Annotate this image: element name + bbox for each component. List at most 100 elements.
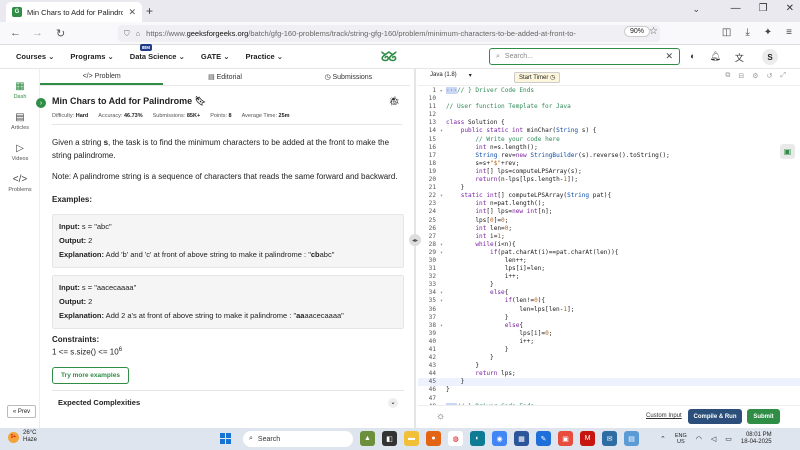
notifications-icon[interactable]: 🔔︎ (709, 51, 720, 64)
code-line[interactable]: 35 ▾ if(len!=0){ (418, 297, 800, 305)
edge-icon[interactable]: ◐ (470, 431, 485, 446)
pocket-icon[interactable]: ◫ (722, 27, 731, 38)
rail-item-videos[interactable]: ▷ Videos (0, 143, 40, 162)
code-line[interactable]: 19 int[] lps=computeLPSArray(s); (418, 168, 800, 176)
copy-icon[interactable]: ⧉ (725, 72, 730, 80)
downloads-icon[interactable]: ⤓ (745, 27, 749, 38)
reset-icon[interactable]: ↺ (767, 72, 773, 80)
fold-toggle-icon[interactable] (440, 111, 446, 119)
code-line[interactable]: 45 } (418, 378, 800, 387)
code-line[interactable]: 18 s=s+"$"+rev; (418, 160, 800, 168)
app-icon[interactable]: ✉ (602, 431, 617, 446)
code-line[interactable]: 33 } (418, 281, 800, 289)
code-line[interactable]: 29 ▾ if(pat.charAt(i)==pat.charAt(len)){ (418, 249, 800, 257)
weather-widget[interactable]: 9+ 26°C Haze (8, 430, 37, 444)
browser-tab[interactable]: G Min Chars to Add for Palindron ✕ (6, 2, 142, 22)
file-explorer-icon[interactable]: ▬ (404, 431, 419, 446)
rail-item-problems[interactable]: </> Problems (0, 174, 40, 193)
chrome-icon[interactable]: ◉ (492, 431, 507, 446)
code-line[interactable]: 17 String rev=new StringBuilder(s).rever… (418, 152, 800, 160)
menu-practice[interactable]: Practice ⌄ (246, 52, 284, 61)
site-search[interactable]: ⌕ Search... ✕ (489, 48, 680, 65)
prev-button[interactable]: « Prev (7, 405, 36, 418)
submit-button[interactable]: Submit (747, 409, 780, 424)
custom-input-link[interactable]: Custom Input (646, 413, 682, 419)
format-icon[interactable]: ⊟ (738, 72, 744, 80)
tab-problem[interactable]: </> Problem (40, 69, 164, 85)
widget-landscape-icon[interactable]: ▲ (360, 431, 375, 446)
code-editor[interactable]: 1 ▸ ···// } Driver Code Ends 10 11 // User fu… (418, 87, 800, 405)
code-line[interactable]: 43 } (418, 362, 800, 370)
theme-toggle-icon[interactable]: ☼ (436, 411, 445, 422)
expected-complexities-accordion[interactable]: Expected Complexities ⌄ (52, 390, 404, 414)
close-tab-icon[interactable]: ✕ (128, 7, 136, 18)
code-line[interactable]: 11 // User function Template for Java (418, 103, 800, 111)
bookmark-star-icon[interactable]: ☆ (649, 26, 658, 37)
task-view-icon[interactable]: ◧ (382, 431, 397, 446)
code-line[interactable]: 40 i++; (418, 338, 800, 346)
tab-editorial[interactable]: ▤ Editorial (163, 69, 286, 85)
language-indicator[interactable]: ENG US (675, 433, 687, 445)
code-line[interactable]: 23 int n=pat.length(); (418, 200, 800, 208)
code-line[interactable]: 46} (418, 386, 800, 394)
chevron-up-icon[interactable]: ⌃ (660, 435, 666, 443)
fold-toggle-icon[interactable] (440, 395, 446, 403)
clock[interactable]: 08:01 PM 18-04-2025 (741, 432, 772, 446)
battery-icon[interactable]: ▭ (725, 435, 732, 443)
fold-toggle-icon[interactable] (440, 95, 446, 103)
code-line[interactable]: 47 (418, 395, 800, 403)
code-line[interactable]: 16 int n=s.length(); (418, 144, 800, 152)
clear-search-icon[interactable]: ✕ (665, 51, 673, 62)
code-line[interactable]: 27 int i=1; (418, 233, 800, 241)
dark-mode-icon[interactable]: ◐ (690, 51, 695, 64)
language-select[interactable]: Java (1.8) ▾ (430, 72, 472, 79)
code-line[interactable]: 28 ▾ while(i<n){ (418, 241, 800, 249)
code-line[interactable]: 34 ▾ else{ (418, 289, 800, 297)
app-icon[interactable]: ▣ (558, 431, 573, 446)
code-line[interactable]: 15 // Write your code here (418, 136, 800, 144)
rail-item-articles[interactable]: ▤ Articles (0, 112, 40, 131)
code-line[interactable]: 42 } (418, 354, 800, 362)
bookmark-icon[interactable]: 🔖︎ (195, 96, 206, 106)
translate-icon[interactable]: 文 (735, 51, 744, 64)
settings-icon[interactable]: ⚙ (752, 72, 758, 80)
code-line[interactable]: 22 ▾ static int[] computeLPSArray(String … (418, 192, 800, 200)
close-window-icon[interactable]: ✕ (786, 3, 794, 14)
code-line[interactable]: 31 lps[i]=len; (418, 265, 800, 273)
code-line[interactable]: 1 ▸ ···// } Driver Code Ends (418, 87, 800, 95)
fullscreen-icon[interactable]: ⤢ (780, 72, 786, 80)
code-line[interactable]: 24 int[] lps=new int[n]; (418, 208, 800, 216)
volume-icon[interactable]: ◁ (711, 435, 716, 443)
mcafee-icon[interactable]: M (580, 431, 595, 446)
compile-run-button[interactable]: Compile & Run (688, 409, 742, 424)
report-bug-icon[interactable]: 🐞︎ (389, 96, 400, 107)
menu-programs[interactable]: Programs ⌄ (70, 52, 113, 61)
back-icon[interactable]: ← (10, 27, 21, 39)
try-more-examples-button[interactable]: Try more examples (52, 367, 129, 384)
wifi-icon[interactable]: ◠ (696, 435, 702, 443)
chat-icon[interactable]: ▣ (780, 144, 795, 159)
extensions-icon[interactable]: ✦ (764, 27, 772, 38)
menu-icon[interactable]: ≡ (786, 27, 792, 38)
firefox-icon[interactable]: ● (426, 431, 441, 446)
code-line[interactable]: 20 return(n-lps[lps.length-1]); (418, 176, 800, 184)
address-bar[interactable]: ⛉ ⌂ https://www.geeksforgeeks.org/batch/… (118, 25, 660, 42)
code-line[interactable]: 41 } (418, 346, 800, 354)
code-line[interactable]: 36 len=lps[len-1]; (418, 306, 800, 314)
code-line[interactable]: 12 (418, 111, 800, 119)
code-line[interactable]: 14 ▾ public static int minChar(String s) … (418, 127, 800, 135)
pane-splitter[interactable] (414, 69, 416, 428)
search-input[interactable]: Search... (505, 53, 533, 60)
forward-icon[interactable]: → (32, 27, 43, 39)
rail-item-dash[interactable]: ▦ Dash (0, 81, 40, 100)
code-line[interactable]: 13 class Solution { (418, 119, 800, 127)
code-line[interactable]: 26 int len=0; (418, 225, 800, 233)
new-tab-icon[interactable]: + (146, 4, 153, 18)
reload-icon[interactable]: ↻ (56, 27, 65, 40)
app-icon[interactable]: ▤ (624, 431, 639, 446)
menu-gate[interactable]: GATE ⌄ (201, 52, 230, 61)
menu-data-science[interactable]: IBM Data Science ⌄ (130, 44, 185, 61)
app-icon[interactable]: ✎ (536, 431, 551, 446)
taskbar-search[interactable]: ⌕ Search (243, 431, 353, 447)
start-timer-button[interactable]: Start Timer ◷ (514, 72, 561, 83)
